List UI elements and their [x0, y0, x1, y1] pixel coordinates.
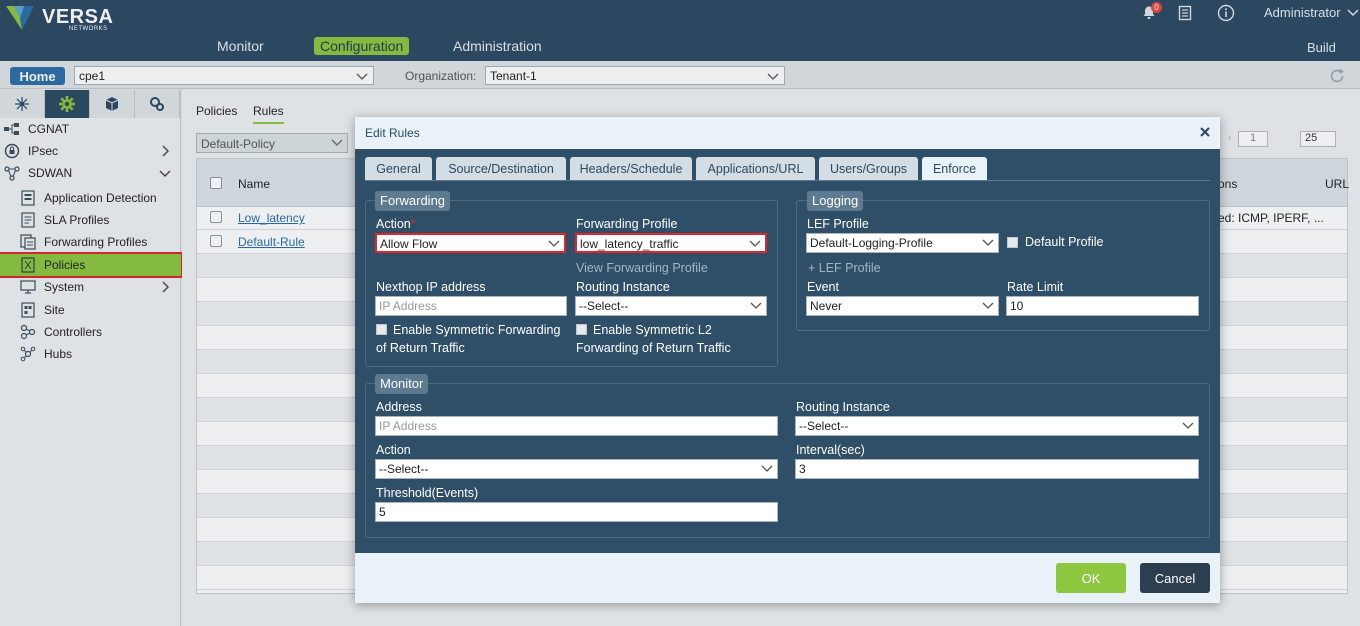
ok-button[interactable]: OK [1056, 563, 1126, 593]
routing-instance-label: Routing Instance [576, 280, 670, 294]
chevron-down-icon [749, 240, 761, 247]
add-lef-profile-link[interactable]: + LEF Profile [808, 261, 881, 275]
dialog-title: Edit Rules [365, 126, 420, 140]
tab-general[interactable]: General [365, 157, 432, 181]
action-select[interactable]: Allow Flow [375, 233, 566, 253]
symmetric-l2-label: Enable Symmetric L2 [593, 323, 712, 337]
event-label: Event [807, 280, 839, 294]
monitor-routing-instance-select[interactable]: --Select-- [795, 416, 1199, 436]
chevron-down-icon [761, 465, 773, 472]
edit-rules-dialog: Edit Rules General Source/Destination He… [355, 117, 1220, 603]
routing-instance-select-value: --Select-- [579, 299, 629, 313]
lef-profile-select[interactable]: Default-Logging-Profile [806, 233, 999, 253]
lef-profile-select-value: Default-Logging-Profile [810, 236, 933, 250]
monitor-address-label: Address [376, 400, 422, 414]
symmetric-l2-label-2: Forwarding of Return Traffic [576, 341, 731, 355]
interval-input[interactable]: 3 [795, 459, 1199, 479]
chevron-down-icon [982, 239, 994, 246]
monitor-legend: Monitor [375, 374, 429, 394]
logging-legend: Logging [807, 191, 864, 211]
chevron-down-icon [982, 302, 994, 309]
forwarding-legend: Forwarding [375, 191, 451, 211]
threshold-input[interactable]: 5 [375, 502, 778, 522]
action-select-value: Allow Flow [380, 237, 438, 251]
tab-applications-url[interactable]: Applications/URL [696, 157, 815, 181]
dialog-header: Edit Rules [355, 117, 1220, 149]
chevron-down-icon [548, 240, 560, 247]
chevron-down-icon [750, 302, 762, 309]
symmetric-forwarding-checkbox[interactable] [376, 324, 387, 335]
interval-label: Interval(sec) [796, 443, 865, 457]
tab-users-groups[interactable]: Users/Groups [819, 157, 918, 181]
symmetric-forwarding-label-2: of Return Traffic [376, 341, 465, 355]
routing-instance-select[interactable]: --Select-- [575, 296, 767, 316]
tab-enforce[interactable]: Enforce [922, 157, 987, 181]
rate-limit-input[interactable]: 10 [1006, 296, 1199, 316]
tab-divider [365, 180, 1210, 181]
symmetric-l2-checkbox[interactable] [576, 324, 587, 335]
default-profile-checkbox[interactable] [1007, 237, 1018, 248]
view-forwarding-profile-link[interactable]: View Forwarding Profile [576, 261, 708, 275]
monitor-routing-instance-value: --Select-- [799, 419, 849, 433]
tab-headers-schedule[interactable]: Headers/Schedule [570, 157, 692, 181]
nexthop-input[interactable]: IP Address [375, 296, 567, 316]
forwarding-profile-select-value: low_latency_traffic [580, 237, 679, 251]
lef-profile-label: LEF Profile [807, 217, 869, 231]
forwarding-profile-select[interactable]: low_latency_traffic [575, 233, 767, 253]
cancel-button[interactable]: Cancel [1140, 563, 1210, 593]
action-label: Action* [376, 217, 416, 231]
monitor-routing-instance-label: Routing Instance [796, 400, 890, 414]
event-select-value: Never [810, 299, 843, 313]
event-select[interactable]: Never [806, 296, 999, 316]
rate-limit-label: Rate Limit [1007, 280, 1064, 294]
tab-source-destination[interactable]: Source/Destination [436, 157, 566, 181]
monitor-action-value: --Select-- [379, 462, 429, 476]
dialog-footer: OK Cancel [355, 553, 1220, 603]
monitor-action-select[interactable]: --Select-- [375, 459, 778, 479]
default-profile-label: Default Profile [1025, 235, 1104, 249]
monitor-action-label: Action [376, 443, 411, 457]
symmetric-forwarding-label: Enable Symmetric Forwarding [393, 323, 561, 337]
threshold-label: Threshold(Events) [376, 486, 479, 500]
nexthop-label: Nexthop IP address [376, 280, 486, 294]
chevron-down-icon [1182, 422, 1194, 429]
close-icon[interactable] [1198, 125, 1212, 139]
forwarding-profile-label: Forwarding Profile [576, 217, 678, 231]
monitor-address-input[interactable]: IP Address [375, 416, 778, 436]
